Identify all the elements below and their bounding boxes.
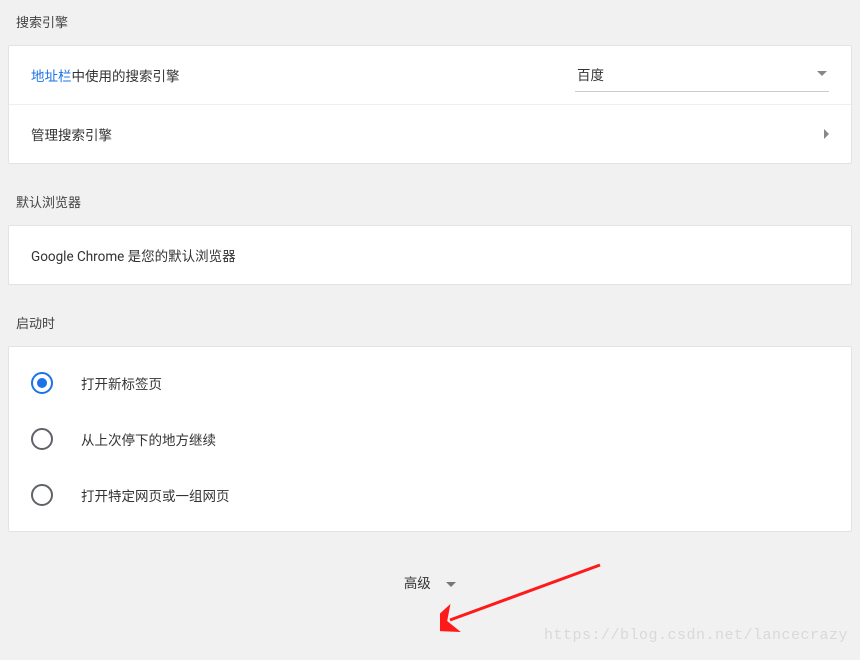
search-engine-select-value: 百度 [577,64,604,84]
default-browser-status: Google Chrome 是您的默认浏览器 [31,245,829,265]
default-browser-card: Google Chrome 是您的默认浏览器 [8,225,852,285]
search-engine-card: 地址栏中使用的搜索引擎 百度 管理搜索引擎 [8,45,852,164]
startup-option-row[interactable]: 从上次停下的地方继续 [9,411,851,467]
startup-option-label: 打开新标签页 [81,373,162,393]
address-bar-engine-label: 地址栏中使用的搜索引擎 [31,65,575,85]
startup-option-row[interactable]: 打开新标签页 [9,355,851,411]
startup-option-row[interactable]: 打开特定网页或一组网页 [9,467,851,523]
chevron-right-icon [824,129,829,139]
search-engine-select[interactable]: 百度 [575,59,829,92]
address-bar-rest: 中使用的搜索引擎 [72,69,180,85]
watermark: https://blog.csdn.net/lancecrazy [544,627,848,644]
advanced-label: 高级 [404,576,431,592]
section-title-startup: 启动时 [16,313,852,332]
address-bar-link[interactable]: 地址栏 [31,69,72,85]
section-title-search-engine: 搜索引擎 [16,12,852,31]
radio-button[interactable] [31,484,53,506]
radio-button[interactable] [31,428,53,450]
address-bar-engine-row: 地址栏中使用的搜索引擎 百度 [9,46,851,105]
default-browser-status-row: Google Chrome 是您的默认浏览器 [9,226,851,284]
startup-option-label: 打开特定网页或一组网页 [81,485,230,505]
caret-down-icon [446,582,456,587]
startup-card: 打开新标签页从上次停下的地方继续打开特定网页或一组网页 [8,346,852,532]
manage-search-engines-label: 管理搜索引擎 [31,124,824,144]
advanced-toggle[interactable]: 高级 [8,572,852,592]
section-title-default-browser: 默认浏览器 [16,192,852,211]
caret-down-icon [817,71,827,76]
radio-button[interactable] [31,372,53,394]
manage-search-engines-row[interactable]: 管理搜索引擎 [9,105,851,163]
startup-option-label: 从上次停下的地方继续 [81,429,216,449]
radio-dot-icon [37,378,47,388]
